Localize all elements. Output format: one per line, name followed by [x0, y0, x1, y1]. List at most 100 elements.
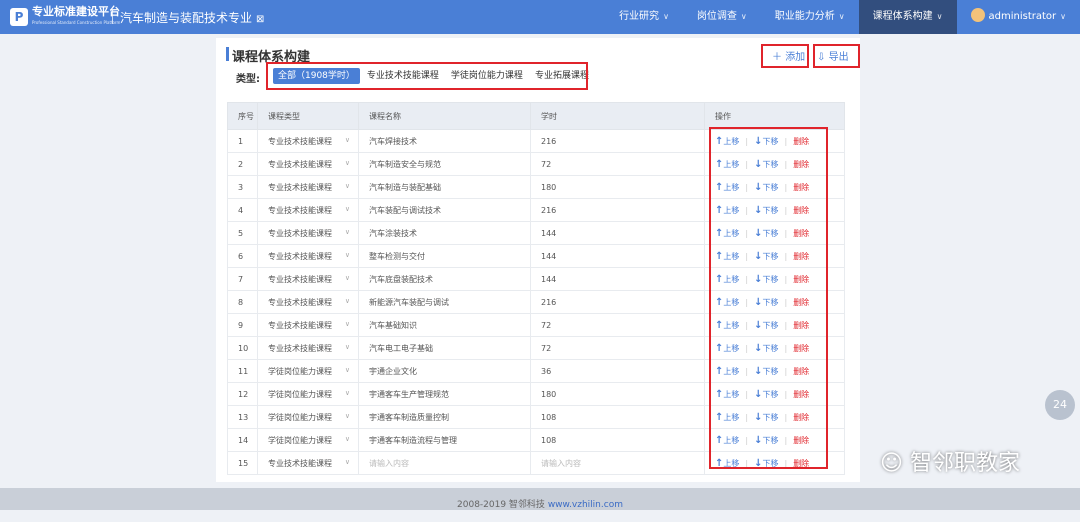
course-type-select[interactable]: 专业技术技能课程∨: [258, 130, 359, 153]
course-name-input[interactable]: 汽车基础知识: [359, 314, 531, 337]
chevron-down-icon: ∨: [937, 12, 943, 21]
course-type-select[interactable]: 学徒岗位能力课程∨: [258, 383, 359, 406]
hours-input[interactable]: 72: [531, 314, 705, 337]
chevron-down-icon: ∨: [345, 136, 350, 144]
nav-industry-research[interactable]: 行业研究∨: [605, 0, 683, 34]
hours-input[interactable]: 216: [531, 291, 705, 314]
course-name-input[interactable]: 整车检测与交付: [359, 245, 531, 268]
row-index: 12: [228, 383, 258, 406]
course-type-select[interactable]: 专业技术技能课程∨: [258, 314, 359, 337]
chevron-down-icon: ∨: [345, 435, 350, 443]
row-index: 7: [228, 268, 258, 291]
col-index-header: 序号: [228, 103, 258, 130]
course-name-input[interactable]: 汽车装配与调试技术: [359, 199, 531, 222]
row-index: 4: [228, 199, 258, 222]
chevron-down-icon: ∨: [345, 228, 350, 236]
course-type-select[interactable]: 学徒岗位能力课程∨: [258, 360, 359, 383]
course-type-select[interactable]: 专业技术技能课程∨: [258, 199, 359, 222]
brand-subtitle: Professional Standard Construction Platf…: [32, 20, 120, 26]
chevron-down-icon: ∨: [345, 366, 350, 374]
course-type-select[interactable]: 专业技术技能课程∨: [258, 245, 359, 268]
hours-input[interactable]: 72: [531, 337, 705, 360]
row-index: 2: [228, 153, 258, 176]
brand-name: 专业标准建设平台: [32, 6, 120, 18]
chevron-down-icon: ∨: [345, 389, 350, 397]
app-title-text: 汽车制造与装配技术专业: [120, 11, 252, 25]
main-nav: 行业研究∨ 岗位调查∨ 职业能力分析∨ 课程体系构建∨ administrato…: [605, 0, 1080, 34]
chevron-down-icon: ∨: [839, 12, 845, 21]
hours-input[interactable]: 72: [531, 153, 705, 176]
top-navbar: P 专业标准建设平台 Professional Standard Constru…: [0, 0, 1080, 34]
course-type-select[interactable]: 专业技术技能课程∨: [258, 452, 359, 475]
floating-badge[interactable]: 24: [1045, 390, 1075, 420]
course-name-input[interactable]: 请输入内容: [359, 452, 531, 475]
course-name-input[interactable]: 新能源汽车装配与调试: [359, 291, 531, 314]
hours-input[interactable]: 180: [531, 176, 705, 199]
switch-icon[interactable]: ⊠: [256, 14, 264, 25]
course-name-input[interactable]: 宇通企业文化: [359, 360, 531, 383]
col-actions-header: 操作: [705, 103, 845, 130]
footer: 2008-2019 智邻科技 www.vzhilin.com: [0, 488, 1080, 510]
hours-input[interactable]: 216: [531, 199, 705, 222]
hours-input[interactable]: 216: [531, 130, 705, 153]
avatar: [971, 8, 985, 22]
logo-icon: P: [10, 8, 28, 26]
chevron-down-icon: ∨: [741, 12, 747, 21]
type-filter-label: 类型:: [236, 70, 260, 85]
highlight-add: [761, 44, 809, 68]
highlight-tabs: [266, 62, 588, 90]
course-type-select[interactable]: 专业技术技能课程∨: [258, 268, 359, 291]
col-name-header: 课程名称: [359, 103, 531, 130]
row-index: 1: [228, 130, 258, 153]
course-type-select[interactable]: 专业技术技能课程∨: [258, 176, 359, 199]
course-name-input[interactable]: 宇通客车制造质量控制: [359, 406, 531, 429]
chevron-down-icon: ∨: [1060, 12, 1066, 21]
row-index: 3: [228, 176, 258, 199]
row-index: 6: [228, 245, 258, 268]
hours-input[interactable]: 36: [531, 360, 705, 383]
course-type-select[interactable]: 专业技术技能课程∨: [258, 337, 359, 360]
row-index: 5: [228, 222, 258, 245]
chevron-down-icon: ∨: [345, 320, 350, 328]
title-accent-bar: [226, 47, 229, 61]
course-name-input[interactable]: 宇通客车制造流程与管理: [359, 429, 531, 452]
hours-input[interactable]: 108: [531, 429, 705, 452]
hours-input[interactable]: 144: [531, 222, 705, 245]
chevron-down-icon: ∨: [345, 458, 350, 466]
course-name-input[interactable]: 汽车制造安全与规范: [359, 153, 531, 176]
course-type-select[interactable]: 专业技术技能课程∨: [258, 291, 359, 314]
course-name-input[interactable]: 汽车制造与装配基础: [359, 176, 531, 199]
col-hours-header: 学时: [531, 103, 705, 130]
course-type-select[interactable]: 学徒岗位能力课程∨: [258, 429, 359, 452]
chevron-down-icon: ∨: [663, 12, 669, 21]
course-name-input[interactable]: 宇通客车生产管理规范: [359, 383, 531, 406]
col-type-header: 课程类型: [258, 103, 359, 130]
chevron-down-icon: ∨: [345, 412, 350, 420]
course-type-select[interactable]: 专业技术技能课程∨: [258, 222, 359, 245]
nav-curriculum[interactable]: 课程体系构建∨: [859, 0, 957, 34]
chevron-down-icon: ∨: [345, 205, 350, 213]
nav-job-survey[interactable]: 岗位调查∨: [683, 0, 761, 34]
highlight-actions: [709, 127, 828, 469]
row-index: 15: [228, 452, 258, 475]
highlight-export: [813, 44, 860, 68]
row-index: 9: [228, 314, 258, 337]
course-name-input[interactable]: 汽车电工电子基础: [359, 337, 531, 360]
nav-ability-analysis[interactable]: 职业能力分析∨: [761, 0, 859, 34]
hours-input[interactable]: 请输入内容: [531, 452, 705, 475]
course-name-input[interactable]: 汽车涂装技术: [359, 222, 531, 245]
footer-link[interactable]: www.vzhilin.com: [548, 500, 623, 510]
course-type-select[interactable]: 专业技术技能课程∨: [258, 153, 359, 176]
user-menu[interactable]: administrator∨: [957, 0, 1080, 34]
hours-input[interactable]: 180: [531, 383, 705, 406]
hours-input[interactable]: 144: [531, 268, 705, 291]
course-name-input[interactable]: 汽车底盘装配技术: [359, 268, 531, 291]
chevron-down-icon: ∨: [345, 343, 350, 351]
hours-input[interactable]: 108: [531, 406, 705, 429]
course-type-select[interactable]: 学徒岗位能力课程∨: [258, 406, 359, 429]
hours-input[interactable]: 144: [531, 245, 705, 268]
course-name-input[interactable]: 汽车焊接技术: [359, 130, 531, 153]
app-title[interactable]: 汽车制造与装配技术专业 ⊠: [120, 9, 264, 26]
watermark: ☺ 智邻职教家: [880, 445, 1020, 477]
row-index: 13: [228, 406, 258, 429]
